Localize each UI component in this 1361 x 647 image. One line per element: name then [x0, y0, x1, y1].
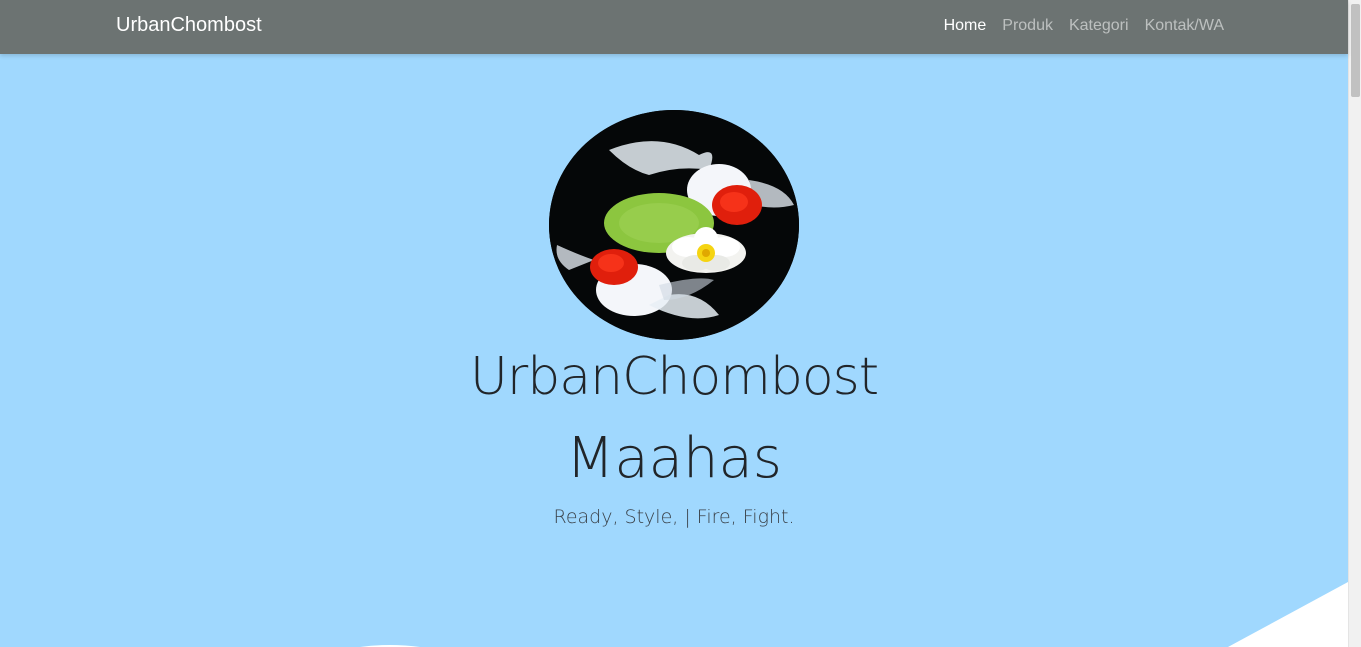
- nav-link-produk[interactable]: Produk: [1002, 17, 1053, 35]
- hero-tagline: Ready, Style, | Fire, Fight.: [553, 506, 795, 528]
- avatar-image: [549, 110, 799, 340]
- scrollbar-thumb[interactable]: [1351, 4, 1360, 97]
- koi-fish-lotus-icon: [549, 110, 799, 340]
- bottom-wave-divider: [360, 582, 1348, 647]
- hero-title-line-1: UrbanChombost: [469, 347, 879, 407]
- nav-link-home[interactable]: Home: [944, 17, 987, 35]
- navbar: UrbanChombost Home Produk Kategori Konta…: [0, 0, 1348, 54]
- nav-link-kategori[interactable]: Kategori: [1069, 17, 1129, 35]
- hero-section: UrbanChombost Maahas Ready, Style, | Fir…: [0, 54, 1348, 647]
- nav-links: Home Produk Kategori Kontak/WA: [944, 17, 1224, 35]
- nav-link-kontak[interactable]: Kontak/WA: [1145, 17, 1224, 35]
- brand-link[interactable]: UrbanChombost: [116, 14, 262, 37]
- hero-title-line-2: Maahas: [566, 426, 782, 491]
- page-scrollbar[interactable]: [1348, 0, 1361, 647]
